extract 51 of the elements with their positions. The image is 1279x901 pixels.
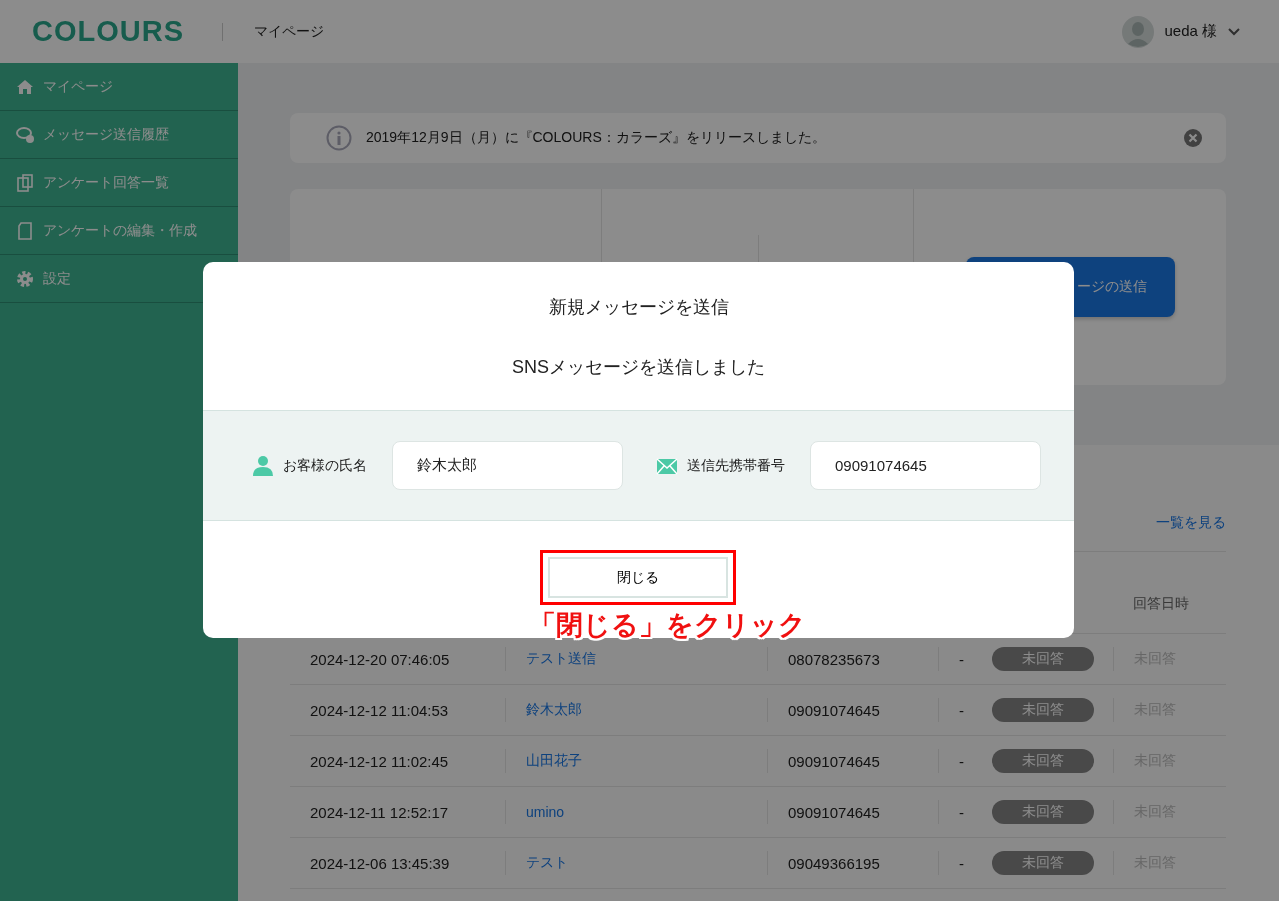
table-cell: -: [938, 749, 992, 773]
input-field[interactable]: 09091074645: [810, 441, 1041, 490]
phone-cell: 09049366195: [767, 851, 938, 875]
name-link[interactable]: テスト送信: [526, 650, 596, 668]
close-icon[interactable]: [1184, 129, 1202, 147]
sidebar-label: アンケートの編集・作成: [43, 221, 197, 240]
sidebar-label: マイページ: [43, 77, 113, 96]
column-header: 回答日時: [1133, 595, 1190, 613]
sidebar-item[interactable]: アンケート回答一覧: [0, 159, 238, 207]
sidebar-label: 設定: [43, 269, 71, 288]
phone-cell: 09091074645: [767, 800, 938, 824]
phone-cell: 09091074645: [767, 698, 938, 722]
phone-cell: 08078235673: [767, 647, 938, 671]
chat-icon: [15, 124, 35, 145]
modal-message: SNSメッセージを送信しました: [511, 356, 766, 379]
sidebar-label: アンケート回答一覧: [43, 173, 169, 192]
notice-text: 2019年12月9日（月）に『COLOURS：カラーズ』をリリースしました。: [366, 129, 826, 147]
field-label: 送信先携帯番号: [687, 456, 785, 475]
sent-time-cell-text: 2024-12-12 11:02:45: [309, 751, 450, 772]
avatar-icon[interactable]: [1122, 15, 1155, 48]
clipboard-icon: [15, 172, 35, 193]
logo[interactable]: COLOURS: [32, 15, 184, 48]
info-icon: [326, 125, 352, 151]
field-label: お客様の氏名: [283, 456, 367, 475]
sent-time-cell-text: 2024-12-06 13:45:39: [309, 853, 451, 874]
table-cell: -: [938, 698, 992, 722]
name-link[interactable]: umino: [526, 804, 565, 820]
sent-time-cell-text: 2024-12-11 12:52:17: [309, 802, 450, 823]
annotation-text: 「閉じる」をクリック: [529, 609, 806, 642]
view-all-link[interactable]: 一覧を見る: [1156, 514, 1226, 532]
modal-title: 新規メッセージを送信: [547, 296, 730, 319]
sidebar-item[interactable]: アンケートの編集・作成: [0, 207, 238, 255]
sidebar-item[interactable]: メッセージ送信履歴: [0, 111, 238, 159]
table-cell: -: [938, 851, 992, 875]
name-link[interactable]: テスト: [526, 854, 568, 872]
table-cell: -: [938, 800, 992, 824]
person-icon: [252, 454, 274, 477]
input-field[interactable]: 鈴木太郎: [392, 441, 623, 490]
name-link[interactable]: 鈴木太郎: [526, 701, 582, 719]
name-link[interactable]: 山田花子: [526, 752, 582, 770]
user-name[interactable]: ueda 様: [1164, 22, 1217, 41]
phone-cell: 09091074645: [767, 749, 938, 773]
table-cell: -: [938, 647, 992, 671]
page-title: マイページ: [254, 22, 324, 41]
sent-time-cell-text: 2024-12-20 07:46:05: [309, 649, 451, 670]
sidebar-item[interactable]: マイページ: [0, 63, 238, 111]
settings-icon: [15, 268, 35, 289]
document-icon: [15, 220, 35, 241]
sidebar-label: メッセージ送信履歴: [43, 125, 169, 144]
sent-time-cell-text: 2024-12-12 11:04:53: [309, 700, 450, 721]
close-button[interactable]: 閉じる: [547, 557, 728, 598]
